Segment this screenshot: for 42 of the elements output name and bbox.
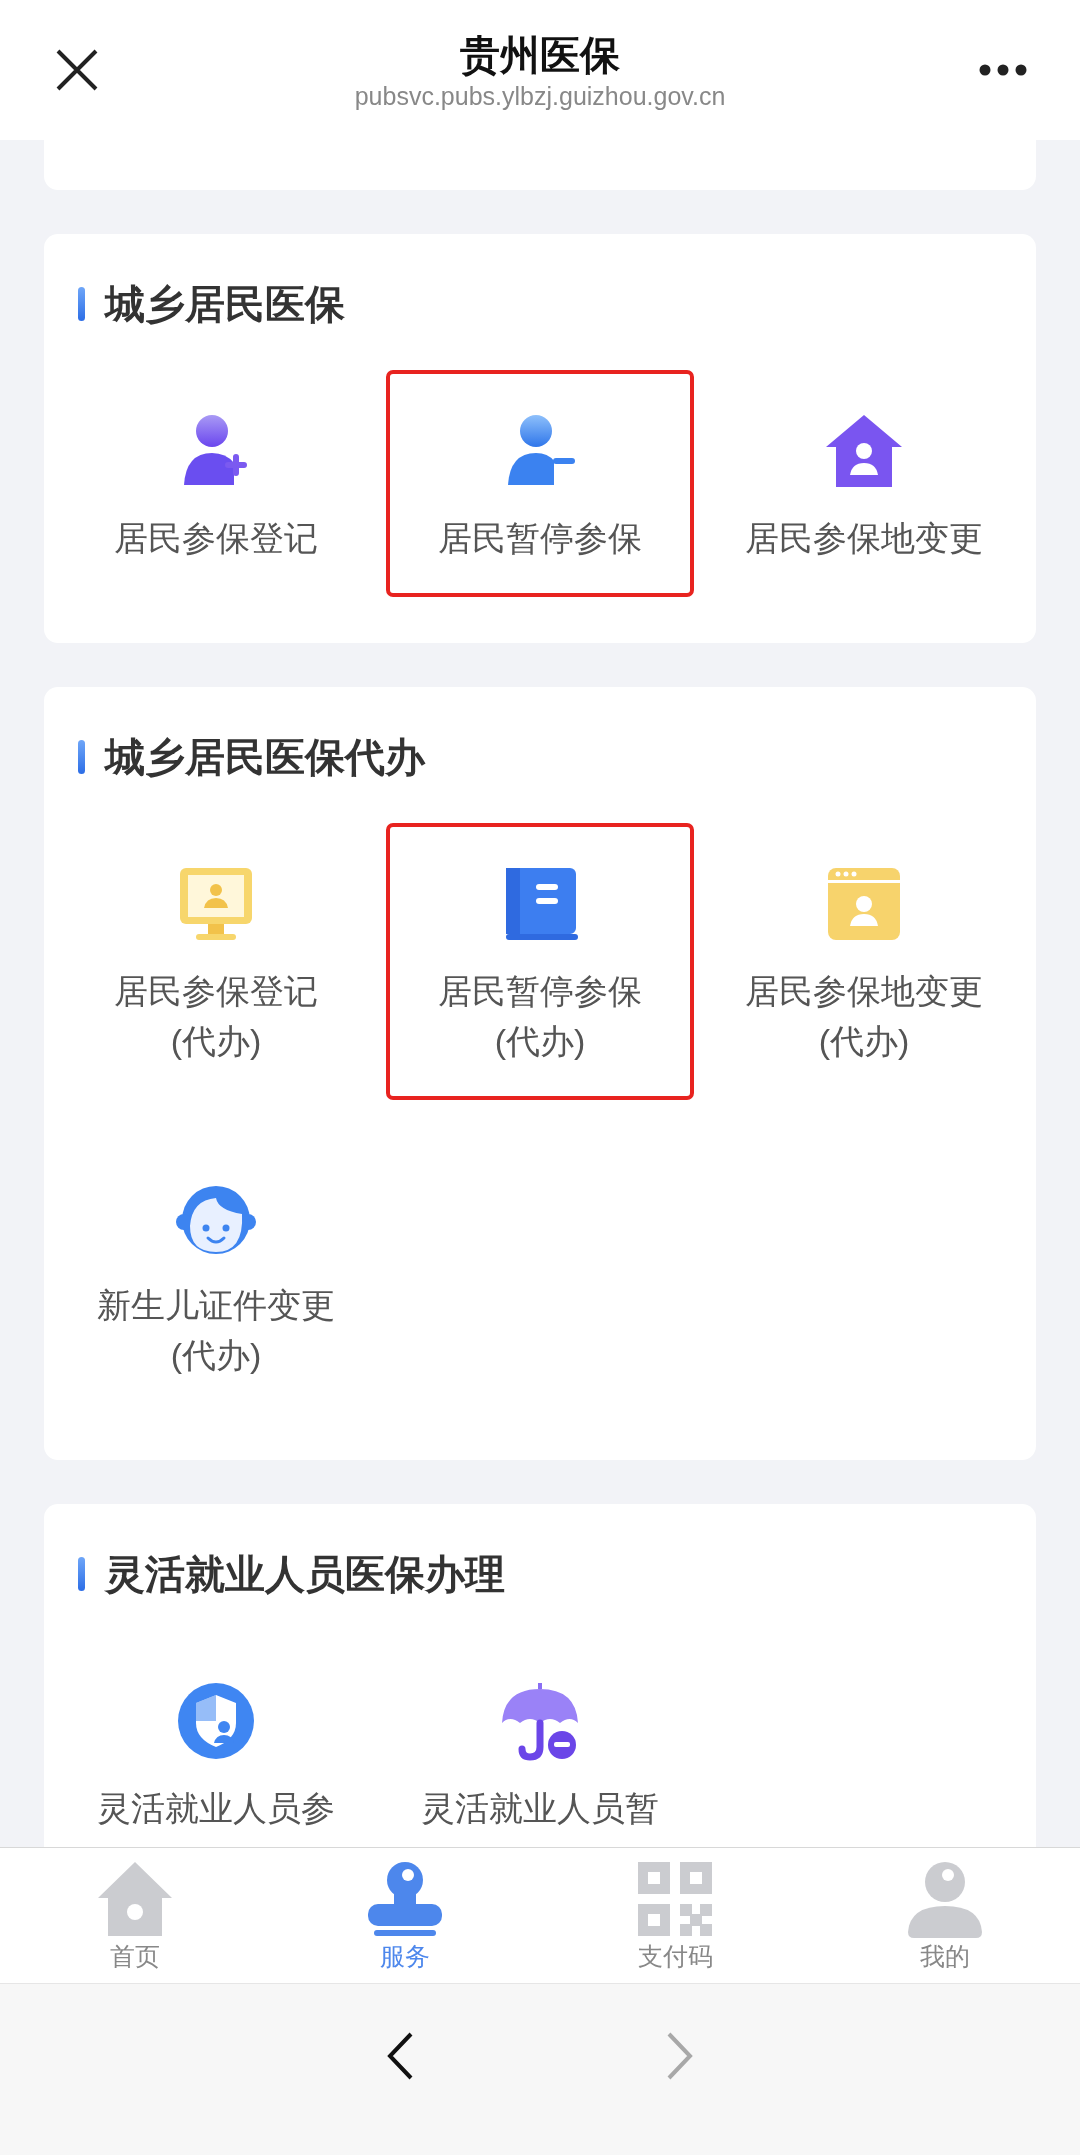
service-item[interactable]: 灵活就业人员参: [66, 1644, 366, 1847]
service-label: 居民参保地变更: [745, 971, 983, 1012]
service-label: (代办): [494, 1021, 586, 1062]
tab[interactable]: 支付码: [540, 1848, 810, 1983]
service-label: 居民参保地变更: [745, 518, 983, 559]
service-label: 居民参保登记: [114, 971, 318, 1012]
qr-code-icon: [636, 1860, 714, 1938]
service-label: 灵活就业人员暂: [421, 1788, 659, 1829]
service-item[interactable]: 居民参保登记 (代办): [66, 827, 366, 1096]
person-icon: [906, 1860, 984, 1938]
close-icon: [54, 47, 100, 93]
service-label: 居民参保登记: [114, 518, 318, 559]
home-icon: [96, 1860, 174, 1938]
service-item[interactable]: 居民暂停参保 (代办): [390, 827, 690, 1096]
service-item[interactable]: 新生儿证件变更 (代办): [66, 1141, 366, 1410]
stamp-icon: [366, 1860, 444, 1938]
service-label: 新生儿证件变更: [97, 1285, 335, 1326]
service-label: 灵活就业人员参: [97, 1788, 335, 1829]
more-icon: [978, 63, 1028, 77]
service-item[interactable]: 灵活就业人员暂: [390, 1644, 690, 1847]
title-accent: [78, 287, 85, 321]
back-icon: [385, 2031, 415, 2081]
service-item[interactable]: 居民参保地变更: [714, 374, 1014, 593]
title-accent: [78, 1557, 85, 1591]
tab[interactable]: 我的: [810, 1848, 1080, 1983]
section-title: 城乡居民医保代办: [105, 734, 425, 781]
service-label: 居民暂停参保: [438, 518, 642, 559]
tab[interactable]: 服务: [270, 1848, 540, 1983]
service-item[interactable]: 居民参保登记: [66, 374, 366, 593]
service-label: (代办): [170, 1021, 262, 1062]
page-url: pubsvc.pubs.ylbzj.guizhou.gov.cn: [354, 81, 726, 112]
service-item[interactable]: 居民暂停参保: [390, 374, 690, 593]
forward-icon: [665, 2031, 695, 2081]
tab[interactable]: 首页: [0, 1848, 270, 1983]
service-item[interactable]: 居民参保地变更 (代办): [714, 827, 1014, 1096]
section-title: 城乡居民医保: [105, 281, 345, 328]
section-title: 灵活就业人员医保办理: [105, 1551, 505, 1598]
service-label: (代办): [818, 1021, 910, 1062]
page-title: 贵州医保: [460, 32, 620, 79]
title-accent: [78, 740, 85, 774]
service-label: 居民暂停参保: [438, 971, 642, 1012]
service-label: (代办): [170, 1335, 262, 1376]
